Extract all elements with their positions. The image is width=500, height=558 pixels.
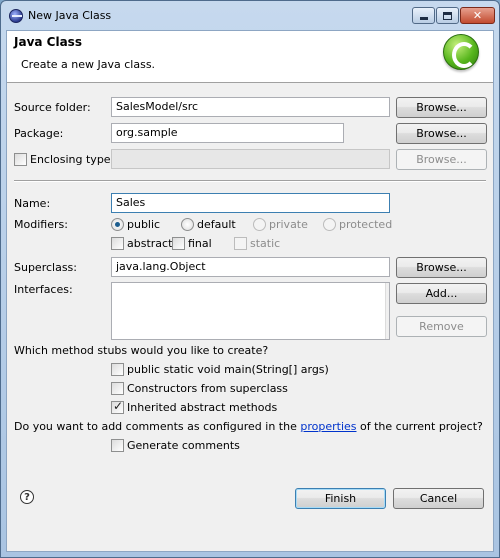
superclass-browse-button[interactable]: Browse... [396, 257, 487, 278]
interfaces-label: Interfaces: [14, 283, 73, 296]
name-input[interactable]: Sales [111, 193, 390, 213]
final-checkbox[interactable] [172, 237, 185, 250]
generate-comments-label: Generate comments [127, 439, 240, 452]
source-folder-label: Source folder: [14, 101, 91, 114]
protected-radio [323, 218, 336, 231]
enclosing-type-checkbox[interactable] [14, 153, 27, 166]
window-title: New Java Class [28, 9, 112, 22]
properties-link[interactable]: properties [300, 420, 356, 433]
public-label: public [127, 218, 161, 231]
public-radio[interactable] [111, 218, 124, 231]
protected-label: protected [339, 218, 393, 231]
interfaces-list[interactable] [111, 282, 390, 340]
minimize-button[interactable] [412, 7, 435, 24]
main-method-checkbox[interactable] [111, 363, 124, 376]
final-label: final [188, 237, 212, 250]
inherited-methods-label: Inherited abstract methods [127, 401, 278, 414]
generate-comments-checkbox[interactable] [111, 439, 124, 452]
eclipse-app-icon [9, 9, 23, 23]
default-label: default [197, 218, 236, 231]
banner-title: Java Class [14, 35, 82, 49]
superclass-input[interactable]: java.lang.Object [111, 257, 390, 277]
wizard-banner: Java Class Create a new Java class. [7, 31, 493, 83]
package-input[interactable]: org.sample [111, 123, 344, 143]
private-radio [253, 218, 266, 231]
banner-description: Create a new Java class. [21, 58, 156, 71]
enclosing-type-label: Enclosing type: [30, 153, 115, 166]
add-interface-button[interactable]: Add... [396, 283, 487, 304]
enclosing-type-browse-button: Browse... [396, 149, 487, 170]
source-folder-input[interactable]: SalesModel/src [111, 97, 390, 117]
cancel-button[interactable]: Cancel [393, 488, 484, 509]
dialog-client-area: Java Class Create a new Java class. Sour… [6, 30, 494, 552]
private-label: private [269, 218, 308, 231]
maximize-button[interactable] [436, 7, 459, 24]
constructors-checkbox[interactable] [111, 382, 124, 395]
abstract-label: abstract [127, 237, 173, 250]
abstract-checkbox[interactable] [111, 237, 124, 250]
modifiers-label: Modifiers: [14, 218, 68, 231]
main-method-label: public static void main(String[] args) [127, 363, 329, 376]
package-browse-button[interactable]: Browse... [396, 123, 487, 144]
enclosing-type-input [111, 149, 390, 169]
source-folder-browse-button[interactable]: Browse... [396, 97, 487, 118]
default-radio[interactable] [181, 218, 194, 231]
static-checkbox [234, 237, 247, 250]
static-label: static [250, 237, 281, 250]
superclass-label: Superclass: [14, 261, 77, 274]
title-bar[interactable]: New Java Class ✕ [0, 0, 500, 30]
comments-question: Do you want to add comments as configure… [14, 420, 483, 433]
package-label: Package: [14, 127, 64, 140]
close-icon: ✕ [472, 9, 483, 22]
section-separator [14, 180, 486, 182]
constructors-label: Constructors from superclass [127, 382, 288, 395]
close-button[interactable]: ✕ [460, 7, 495, 24]
comments-question-suffix: of the current project? [356, 420, 483, 433]
help-icon[interactable]: ? [20, 490, 34, 504]
finish-button[interactable]: Finish [295, 488, 386, 509]
remove-interface-button: Remove [396, 316, 487, 337]
interfaces-scrollbar[interactable] [385, 283, 389, 339]
comments-question-prefix: Do you want to add comments as configure… [14, 420, 301, 433]
name-label: Name: [14, 197, 51, 210]
method-stubs-question: Which method stubs would you like to cre… [14, 344, 269, 357]
inherited-methods-checkbox[interactable] [111, 399, 124, 414]
maximize-icon [443, 11, 452, 20]
minimize-icon [419, 17, 428, 20]
java-class-logo-icon [443, 34, 479, 70]
